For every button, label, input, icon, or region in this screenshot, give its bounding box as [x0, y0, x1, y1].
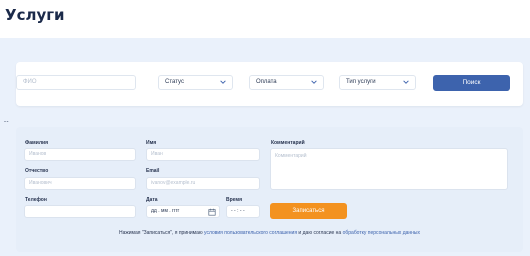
date-input[interactable]: дд . мм . гггг — [146, 205, 220, 218]
separator-text: -- — [4, 119, 9, 125]
name-label: Имя — [146, 140, 157, 146]
time-input[interactable]: - - : - - — [226, 205, 260, 218]
patronymic-input[interactable]: Иванович — [24, 177, 136, 190]
date-label: Дата — [146, 197, 158, 203]
terms-link[interactable]: условия пользовательского соглашения — [204, 230, 297, 236]
booking-form: Фамилия Иванов Отчество Иванович Телефон… — [16, 127, 523, 252]
chevron-down-icon — [311, 80, 317, 84]
status-select[interactable]: Статус — [158, 75, 233, 90]
payment-select-label: Оплата — [256, 79, 277, 85]
comment-textarea[interactable]: Комментарий — [270, 148, 508, 190]
surname-label: Фамилия — [25, 140, 48, 146]
consent-prefix: Нажимая "Записаться", я принимаю — [118, 230, 205, 236]
surname-input[interactable]: Иванов — [24, 148, 136, 161]
email-input[interactable]: ivanov@example.ru — [146, 177, 260, 190]
chevron-down-icon — [220, 80, 226, 84]
search-button[interactable]: Поиск — [433, 75, 510, 91]
consent-middle: и даю согласие на — [297, 230, 343, 236]
phone-label: Телефон — [25, 197, 47, 203]
page-title: Услуги — [5, 6, 65, 24]
consent-text: Нажимая "Записаться", я принимаю условия… — [16, 230, 523, 236]
time-label: Время — [226, 197, 242, 203]
email-label: Email — [146, 168, 160, 174]
phone-input[interactable] — [24, 205, 136, 218]
filter-panel: ФИО Статус Оплата Тип услуги Поиск — [16, 62, 523, 106]
calendar-icon[interactable] — [208, 208, 216, 216]
comment-label: Комментарий — [271, 140, 305, 146]
status-select-label: Статус — [165, 79, 184, 85]
service-type-select[interactable]: Тип услуги — [339, 75, 416, 90]
name-filter-placeholder: ФИО — [23, 79, 37, 85]
patronymic-label: Отчество — [25, 168, 49, 174]
name-filter-input[interactable]: ФИО — [16, 75, 136, 90]
privacy-link[interactable]: обработку персональных данных — [343, 230, 420, 236]
service-type-select-label: Тип услуги — [346, 79, 376, 85]
submit-button[interactable]: Записаться — [270, 203, 347, 219]
date-value: дд . мм . гггг — [151, 208, 180, 214]
chevron-down-icon — [403, 80, 409, 84]
name-input[interactable]: Иван — [146, 148, 260, 161]
payment-select[interactable]: Оплата — [249, 75, 324, 90]
